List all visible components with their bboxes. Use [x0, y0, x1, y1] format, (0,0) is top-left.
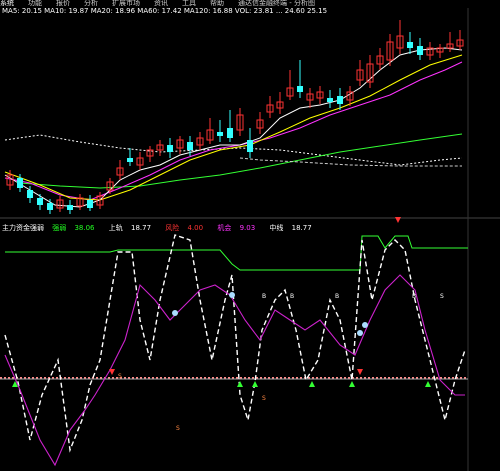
- candlesticks: [6, 20, 464, 214]
- candle-body: [217, 132, 223, 136]
- candle-body: [167, 145, 173, 152]
- signal-label: B: [412, 293, 416, 300]
- candle-body: [27, 190, 33, 198]
- signal-dot: [172, 310, 178, 316]
- candle-body: [247, 140, 253, 152]
- arrow-down-icon: [395, 217, 401, 223]
- moving-average-lines: [4, 47, 463, 208]
- signal-label: B: [262, 293, 266, 300]
- ma-long-line: [4, 134, 463, 166]
- arrow-down-icon: [109, 369, 115, 375]
- signal-label: S: [262, 395, 266, 402]
- candle-body: [37, 198, 43, 205]
- candle-body: [47, 203, 53, 210]
- arrow-up-icon: [237, 381, 243, 387]
- candle-body: [297, 86, 303, 92]
- signal-label: S: [176, 425, 180, 432]
- signal-dot: [362, 322, 368, 328]
- candle-body: [227, 128, 233, 138]
- candle-body: [67, 205, 73, 210]
- indicator-panel: [0, 234, 468, 467]
- candle-body: [187, 142, 193, 150]
- signal-label: B: [335, 293, 339, 300]
- arrow-up-icon: [425, 381, 431, 387]
- arrow-up-icon: [252, 381, 258, 387]
- arrow-up-icon: [309, 381, 315, 387]
- signal-dot: [229, 292, 235, 298]
- signal-markers: B B B B S S S S: [12, 217, 444, 432]
- upper-band-line: [5, 235, 468, 271]
- ma-mid-line: [4, 54, 463, 201]
- strength-dashed-line: [4, 234, 466, 453]
- candle-body: [127, 158, 133, 162]
- arrow-up-icon: [349, 381, 355, 387]
- magenta-line: [4, 274, 465, 467]
- ma-slow-line: [4, 61, 463, 201]
- candle-body: [327, 98, 333, 102]
- chart-canvas[interactable]: B B B B S S S S: [0, 0, 500, 471]
- candle-body: [417, 46, 423, 55]
- arrow-down-icon: [357, 369, 363, 375]
- candle-body: [407, 42, 413, 48]
- signal-dot: [357, 330, 363, 336]
- candle-body: [17, 178, 23, 188]
- signal-label: B: [290, 293, 294, 300]
- ma-green-line: [19, 133, 463, 189]
- candle-body: [87, 200, 93, 208]
- ma-fast-line: [4, 47, 463, 208]
- signal-label: S: [118, 373, 122, 380]
- candle-body: [337, 96, 343, 104]
- signal-label: S: [440, 293, 444, 300]
